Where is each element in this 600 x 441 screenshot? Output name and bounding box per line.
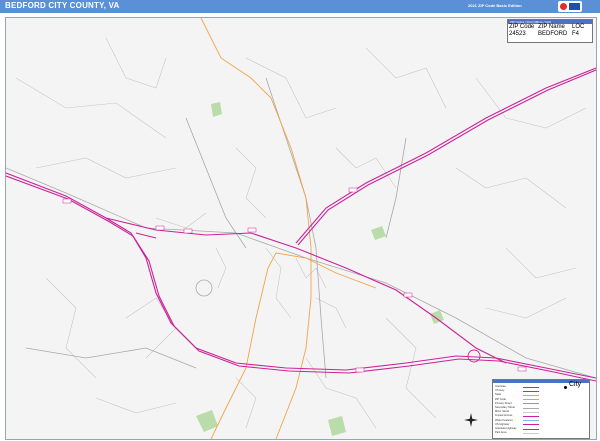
map-canvas[interactable]: [5, 17, 597, 440]
legend-item-label: Park Area: [495, 431, 507, 435]
legend-swatch: [523, 411, 539, 413]
zip-code-table: ZIP Codes / Post Offices / Grid ZIP Code…: [507, 19, 593, 43]
us-highway-line: [135, 232, 157, 239]
map-header: BEDFORD CITY COUNTY, VA 2021 ZIP Code Ba…: [0, 0, 600, 13]
map-svg: [6, 18, 596, 439]
loc-cell: F4: [572, 31, 580, 37]
route-shield: [403, 292, 413, 298]
map-legend: Interstate US Hwy State ZIP Code Primary Str…: [492, 379, 590, 439]
park-area: [371, 226, 386, 240]
park-area: [196, 410, 218, 432]
legend-swatch: [523, 415, 539, 417]
us-highway-line: [297, 69, 596, 246]
legend-swatch: [523, 424, 539, 426]
zip-table-row: 24523 BEDFORD F4: [508, 31, 592, 38]
legend-swatch: [523, 403, 539, 405]
legend-item-label: Primary Street: [495, 401, 512, 405]
legend-item-label: State: [495, 393, 502, 397]
legend-item-label: Interstate Highway: [495, 427, 517, 430]
route-shield: [348, 187, 358, 193]
legend-swatch: [523, 390, 539, 392]
market-maps-logo: [558, 1, 582, 12]
legend-swatch: [523, 420, 539, 422]
zip-name-cell: BEDFORD: [538, 31, 568, 37]
legend-swatch: [523, 407, 539, 409]
route-shields: [62, 187, 527, 373]
state-route-line: [275, 252, 377, 289]
legend-swatch: [523, 399, 539, 401]
legend-item-label: ZIP Code: [495, 397, 506, 401]
legend-item-label: Minor Street: [495, 410, 510, 414]
zip-table-header-row: ZIP Code ZIP Name LOC: [508, 24, 592, 31]
city-dot-icon: [564, 386, 567, 389]
logo-red-mark: [560, 3, 567, 10]
legend-item-label: Limited Access: [495, 414, 513, 418]
logo-blue-mark: [569, 3, 580, 10]
park-area: [211, 102, 222, 117]
legend-swatch: [523, 428, 539, 430]
legend-swatch: [523, 432, 539, 434]
park-area: [328, 416, 346, 436]
route-shield: [155, 225, 165, 231]
compass-icon: [464, 413, 478, 427]
legend-swatch: [523, 394, 539, 396]
route-shield: [355, 367, 365, 373]
legend-item-label: Interstate: [495, 385, 506, 388]
map-title: BEDFORD CITY COUNTY, VA: [5, 1, 120, 10]
legend-item-label: US Highway: [495, 422, 510, 426]
road-loop: [195, 279, 213, 297]
zip-name-column-header: ZIP Name: [538, 24, 565, 30]
us-highway-line: [6, 175, 596, 382]
legend-city-label: City: [569, 381, 582, 388]
zip-column-header: ZIP Code: [509, 24, 535, 30]
legend-item-label: Secondary Street: [495, 406, 516, 409]
route-shield: [183, 228, 193, 234]
us-highway-line: [295, 67, 596, 244]
state-routes: [200, 18, 377, 439]
edition-label: 2021 ZIP Code Basic Edition: [468, 3, 522, 8]
highways: [6, 67, 596, 382]
legend-item-label: Water Features: [495, 418, 513, 422]
zip-code-cell: 24523: [509, 31, 526, 37]
secondary-streets: [6, 77, 596, 379]
legend-item-label: US Hwy: [495, 389, 505, 393]
us-highway-line: [105, 217, 507, 364]
route-shield: [62, 198, 72, 204]
loc-column-header: LOC: [572, 24, 585, 30]
route-shield: [247, 227, 257, 233]
route-shield: [517, 366, 527, 372]
legend-swatch: [523, 386, 539, 388]
